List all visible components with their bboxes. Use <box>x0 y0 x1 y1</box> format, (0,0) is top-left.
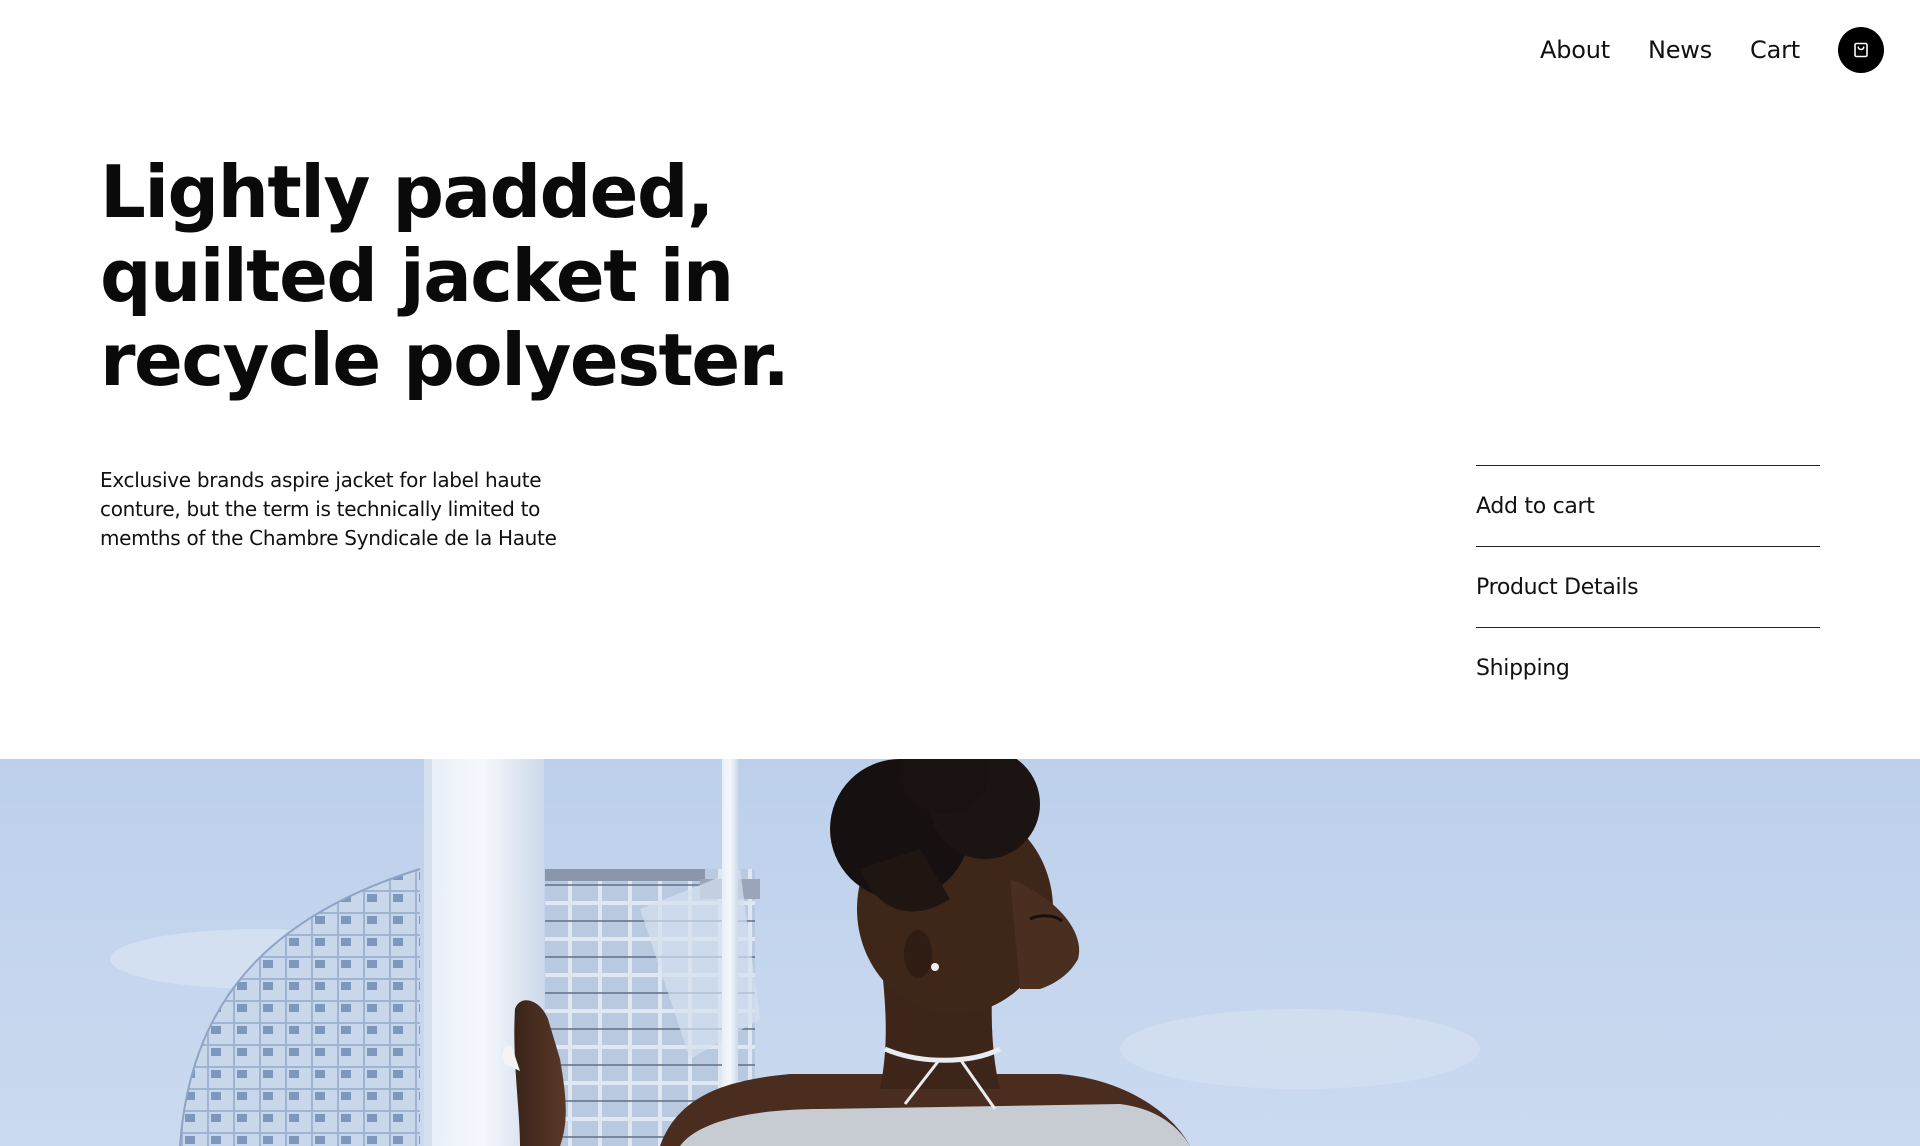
product-description: Exclusive brands aspire jacket for label… <box>100 468 557 550</box>
headline-line-1: Lightly padded, <box>100 150 714 234</box>
product-accordion: Add to cart Product Details Shipping <box>1476 465 1820 708</box>
hero-photo-illustration <box>0 759 1920 1146</box>
headline-line-3: recycle polyester. <box>100 318 790 402</box>
nav-link-about[interactable]: About <box>1540 36 1610 64</box>
product-page: About News Cart Lightly padded, quilted … <box>0 0 1920 1146</box>
top-navigation: About News Cart <box>1540 26 1884 74</box>
headline-line-2: quilted jacket in <box>100 234 734 318</box>
shopping-bag-icon <box>1854 42 1868 58</box>
product-headline: Lightly padded, quilted jacket in recycl… <box>100 150 820 402</box>
nav-link-news[interactable]: News <box>1648 36 1712 64</box>
hero-image <box>0 759 1920 1146</box>
nav-link-cart[interactable]: Cart <box>1750 36 1800 64</box>
shopping-bag-button[interactable] <box>1838 27 1884 73</box>
shipping-toggle[interactable]: Shipping <box>1476 627 1820 708</box>
product-details-toggle[interactable]: Product Details <box>1476 546 1820 627</box>
add-to-cart-button[interactable]: Add to cart <box>1476 465 1820 546</box>
